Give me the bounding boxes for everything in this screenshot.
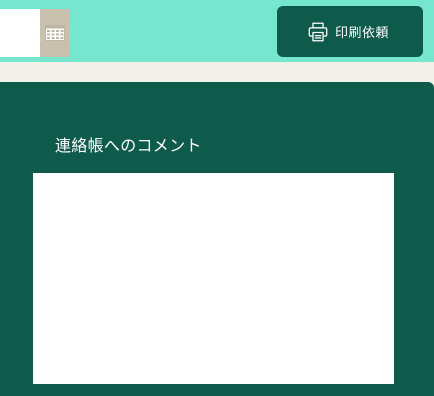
top-bar: 印刷依頼 <box>0 0 434 62</box>
print-request-label: 印刷依頼 <box>334 26 389 41</box>
comment-panel: 連絡帳へのコメント <box>0 82 434 396</box>
print-request-button[interactable]: 印刷依頼 <box>277 6 423 57</box>
calendar-button[interactable] <box>40 9 69 57</box>
comment-textarea[interactable] <box>33 173 394 384</box>
date-input[interactable] <box>0 9 40 57</box>
printer-icon <box>308 22 328 41</box>
calendar-icon <box>44 25 65 41</box>
comment-section-title: 連絡帳へのコメント <box>55 136 202 155</box>
